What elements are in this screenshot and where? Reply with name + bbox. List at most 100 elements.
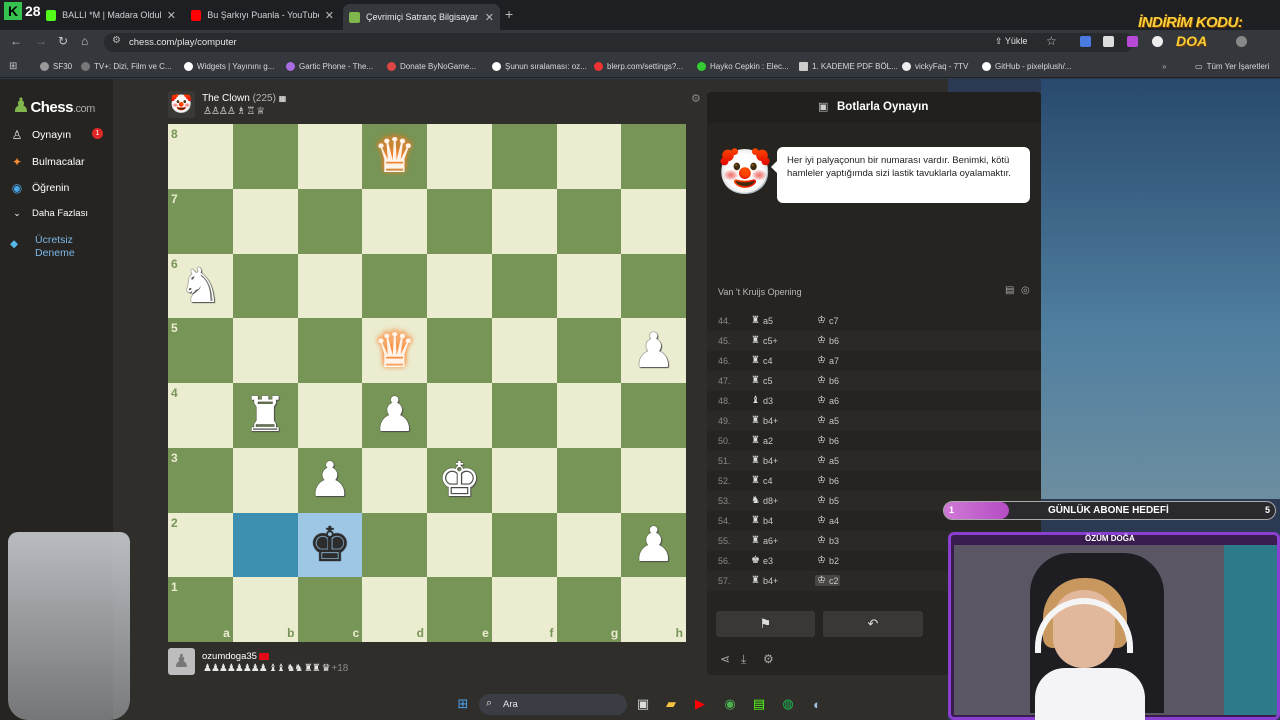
white-move[interactable]: ♜ b4+ bbox=[751, 455, 778, 466]
square-c7[interactable] bbox=[297, 188, 363, 254]
black-move[interactable]: ♔ b2 bbox=[817, 555, 839, 566]
square-h3[interactable] bbox=[621, 447, 686, 513]
square-e1[interactable]: e bbox=[427, 577, 492, 642]
apps-grid-icon[interactable]: ⊞ bbox=[9, 61, 17, 72]
bookmark-item[interactable]: Widgets | Yayınını g... bbox=[184, 62, 274, 71]
bookmark-item[interactable]: GitHub - pixelplush/... bbox=[982, 62, 1071, 71]
square-f5[interactable] bbox=[491, 318, 557, 383]
kick-app-icon[interactable]: ▤ bbox=[751, 696, 767, 712]
square-b1[interactable]: b bbox=[232, 577, 298, 642]
square-e8[interactable] bbox=[427, 124, 492, 189]
chess-board[interactable]: 8 ♛ 7 6 ♞ 5 ♛ ♟ 4 ♜ ♟ 3 ♟ ♚ 2 ♚ ♟ 1 a b c d e f g h bbox=[168, 124, 686, 642]
chrome-icon[interactable]: ◉ bbox=[722, 696, 738, 712]
spotify-app-icon[interactable]: ◍ bbox=[780, 696, 796, 712]
square-d6[interactable] bbox=[362, 253, 427, 319]
square-c3[interactable]: ♟ bbox=[297, 447, 363, 513]
black-move[interactable]: ♔ c7 bbox=[817, 315, 838, 326]
square-e4[interactable] bbox=[427, 383, 492, 448]
square-g3[interactable] bbox=[556, 447, 622, 513]
square-g1[interactable]: g bbox=[556, 577, 622, 642]
windows-start-icon[interactable]: ⊞ bbox=[455, 696, 471, 712]
square-e5[interactable] bbox=[427, 318, 492, 383]
forward-icon[interactable]: → bbox=[35, 34, 47, 48]
extension-icon[interactable] bbox=[1103, 36, 1114, 47]
square-d5[interactable]: ♛ bbox=[362, 318, 427, 383]
black-move[interactable]: ♔ b5 bbox=[817, 495, 839, 506]
sidebar-item-play[interactable]: ♙ Oynayın bbox=[10, 128, 72, 142]
square-g6[interactable] bbox=[556, 253, 622, 319]
black-move[interactable]: ♔ a5 bbox=[817, 415, 839, 426]
square-b4[interactable]: ♜ bbox=[232, 383, 298, 448]
task-view-icon[interactable]: ▣ bbox=[635, 696, 651, 712]
square-a6[interactable]: 6 ♞ bbox=[168, 253, 233, 319]
square-d3[interactable] bbox=[362, 447, 427, 513]
board-settings-icon[interactable]: ⚙ bbox=[691, 92, 701, 105]
square-a5[interactable]: 5 bbox=[168, 318, 233, 383]
bookmark-item[interactable]: 1. KADEME PDF BÖL... bbox=[799, 62, 898, 71]
resign-button[interactable]: ⚑ bbox=[716, 611, 815, 637]
white-move[interactable]: ♜ a5 bbox=[751, 315, 773, 326]
chess-piece-icon[interactable]: ♟ bbox=[632, 521, 675, 569]
square-c6[interactable] bbox=[297, 253, 363, 319]
extension-translate-icon[interactable] bbox=[1080, 36, 1091, 47]
top-player-name[interactable]: The Clown (225) ▦ bbox=[202, 93, 286, 104]
black-move[interactable]: ♔ c2 bbox=[815, 575, 841, 586]
close-tab-icon[interactable]: ✕ bbox=[167, 9, 176, 22]
browser-tab-3[interactable]: Çevrimiçi Satranç Bilgisayara K ✕ bbox=[343, 4, 500, 30]
square-d4[interactable]: ♟ bbox=[362, 383, 427, 448]
browser-tab-2[interactable]: Bu Şarkıyı Puanla - YouTube ✕ bbox=[185, 3, 340, 27]
square-d8[interactable]: ♛ bbox=[362, 124, 427, 189]
free-trial-link[interactable]: Ücretsiz Deneme bbox=[35, 234, 105, 260]
square-f8[interactable] bbox=[491, 124, 557, 189]
bottom-player-name[interactable]: ozumdoga35 bbox=[202, 651, 269, 662]
black-move[interactable]: ♔ a7 bbox=[817, 355, 839, 366]
square-h2[interactable]: ♟ bbox=[621, 512, 686, 578]
new-tab-icon[interactable]: + bbox=[505, 6, 513, 22]
site-info-icon[interactable]: ⚙ bbox=[112, 35, 121, 46]
white-move[interactable]: ♜ c4 bbox=[751, 355, 772, 366]
profile-avatar[interactable] bbox=[1236, 36, 1247, 47]
white-move[interactable]: ♜ c5 bbox=[751, 375, 772, 386]
square-g4[interactable] bbox=[556, 383, 622, 448]
white-move[interactable]: ♞ d8+ bbox=[751, 495, 778, 506]
bookmark-star-icon[interactable]: ☆ bbox=[1046, 34, 1057, 48]
extension-icon[interactable] bbox=[1152, 36, 1163, 47]
square-h8[interactable] bbox=[621, 124, 686, 189]
square-g2[interactable] bbox=[556, 512, 622, 578]
chess-piece-icon[interactable]: ♟ bbox=[632, 327, 675, 375]
square-g8[interactable] bbox=[556, 124, 622, 189]
square-b2[interactable] bbox=[232, 512, 298, 578]
url-field[interactable] bbox=[104, 33, 1134, 52]
square-b3[interactable] bbox=[232, 447, 298, 513]
settings-gear-icon[interactable]: ⚙ bbox=[763, 652, 774, 666]
square-f4[interactable] bbox=[491, 383, 557, 448]
browser-tab-1[interactable]: BALLI *M | Madara Olduk #66! ✕ bbox=[40, 3, 182, 27]
square-d1[interactable]: d bbox=[362, 577, 427, 642]
square-e3[interactable]: ♚ bbox=[427, 447, 492, 513]
chess-piece-icon[interactable]: ♛ bbox=[373, 327, 416, 375]
bookmark-item[interactable]: Donate ByNoGame... bbox=[387, 62, 476, 71]
bookmark-item[interactable]: blerp.com/settings?... bbox=[594, 62, 683, 71]
chess-piece-icon[interactable]: ♚ bbox=[438, 456, 481, 504]
square-g5[interactable] bbox=[556, 318, 622, 383]
white-move[interactable]: ♜ a2 bbox=[751, 435, 773, 446]
bookmark-item[interactable]: Şunun sıralaması: oz... bbox=[492, 62, 587, 71]
square-e6[interactable] bbox=[427, 253, 492, 319]
white-move[interactable]: ♜ b4+ bbox=[751, 575, 778, 586]
download-icon[interactable]: ⤓ bbox=[741, 652, 746, 667]
white-move[interactable]: ♜ a6+ bbox=[751, 535, 778, 546]
bookmark-item[interactable]: TV+: Dizi, Film ve C... bbox=[81, 62, 172, 71]
back-icon[interactable]: ← bbox=[10, 34, 22, 48]
url-text[interactable]: chess.com/play/computer bbox=[129, 37, 237, 48]
close-tab-icon[interactable]: ✕ bbox=[325, 9, 334, 22]
square-c4[interactable] bbox=[297, 383, 363, 448]
chess-logo[interactable]: ♟Chess.com bbox=[12, 93, 95, 118]
square-g7[interactable] bbox=[556, 188, 622, 254]
square-d7[interactable] bbox=[362, 188, 427, 254]
chess-piece-icon[interactable]: ♟ bbox=[373, 391, 416, 439]
white-move[interactable]: ♜ c4 bbox=[751, 475, 772, 486]
square-d2[interactable] bbox=[362, 512, 427, 578]
square-a2[interactable]: 2 bbox=[168, 512, 233, 578]
bookmark-item[interactable]: SF30 bbox=[40, 62, 72, 71]
black-move[interactable]: ♔ a5 bbox=[817, 455, 839, 466]
